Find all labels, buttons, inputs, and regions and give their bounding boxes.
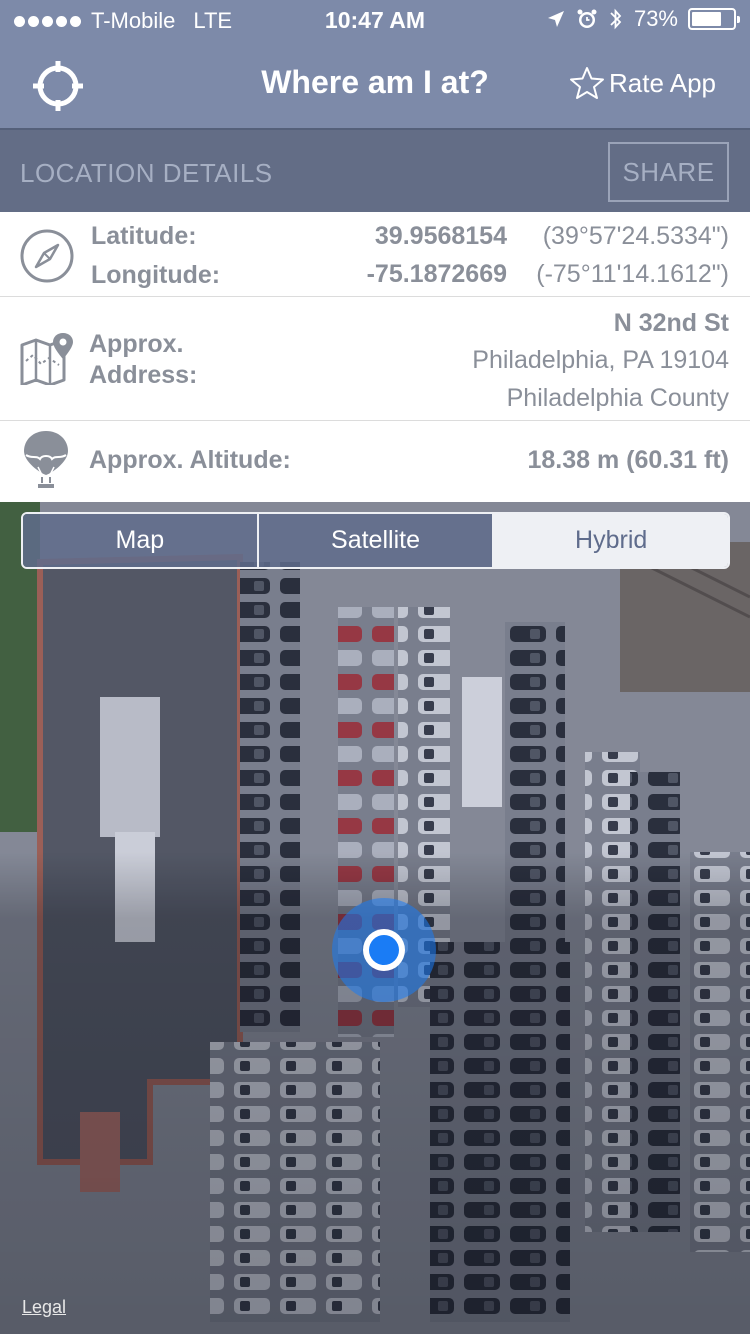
star-icon — [570, 67, 605, 99]
bluetooth-icon — [610, 8, 622, 30]
address-city: Philadelphia, PA 19104 — [472, 346, 729, 374]
crosshair-icon — [33, 61, 83, 111]
section-title: LOCATION DETAILS — [20, 158, 273, 188]
altitude-row: Approx. Altitude: 18.38 m (60.31 ft) — [0, 421, 750, 502]
locate-button[interactable] — [30, 58, 86, 114]
segment-satellite[interactable]: Satellite — [258, 514, 495, 567]
header: T-Mobile LTE 10:47 AM 73% Where am I at?… — [0, 0, 750, 128]
segment-map[interactable]: Map — [23, 514, 259, 567]
balloon-icon — [24, 431, 68, 488]
nav-bar: Where am I at? Rate App — [0, 40, 750, 128]
map-type-segmented-control: Map Satellite Hybrid — [21, 512, 730, 569]
longitude-value: -75.1872669 — [366, 260, 507, 288]
longitude-label: Longitude: — [91, 261, 221, 289]
altitude-value: 18.38 m (60.31 ft) — [527, 446, 730, 474]
address-label-line2: Address: — [89, 361, 198, 389]
status-right: 73% — [546, 6, 740, 32]
status-bar: T-Mobile LTE 10:47 AM 73% — [0, 0, 750, 40]
compass-icon — [20, 229, 74, 283]
user-location-marker — [332, 898, 436, 1002]
section-header: LOCATION DETAILS SHARE — [0, 128, 750, 212]
rate-app-label: Rate App — [609, 67, 716, 98]
address-row: Approx. Address: N 32nd St Philadelphia,… — [0, 297, 750, 421]
latitude-dms: (39°57'24.5334") — [542, 222, 729, 250]
map-pin-icon — [20, 333, 73, 385]
longitude-dms: (-75°11'14.1612") — [536, 260, 729, 288]
battery-fill — [692, 12, 722, 26]
altitude-label: Approx. Altitude: — [89, 446, 291, 474]
battery-percent: 73% — [633, 6, 678, 31]
share-button[interactable]: SHARE — [608, 142, 729, 202]
battery-icon — [688, 8, 740, 30]
latitude-value: 39.9568154 — [374, 222, 507, 250]
rate-app-button[interactable]: Rate App — [569, 66, 716, 100]
address-label-line1: Approx. — [89, 330, 184, 358]
alarm-icon — [577, 9, 597, 28]
map-view[interactable]: Map Satellite Hybrid Legal — [0, 502, 750, 1334]
address-county: Philadelphia County — [506, 384, 729, 412]
legal-link[interactable]: Legal — [22, 1297, 66, 1318]
address-street: N 32nd St — [613, 309, 729, 337]
latitude-label: Latitude: — [91, 222, 197, 250]
location-arrow-icon — [547, 11, 564, 27]
segment-hybrid[interactable]: Hybrid — [494, 514, 728, 567]
coordinates-row: Latitude: 39.9568154 (39°57'24.5334") Lo… — [0, 212, 750, 297]
